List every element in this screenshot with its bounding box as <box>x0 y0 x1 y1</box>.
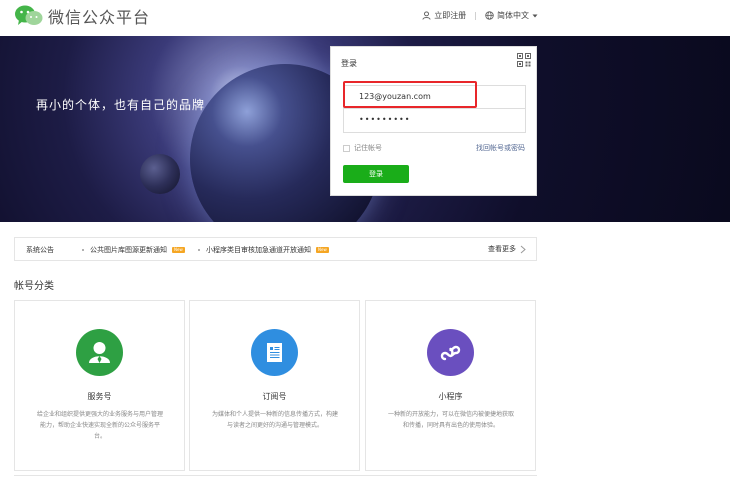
remember-label: 记住帐号 <box>354 144 382 152</box>
card-description: 为媒体和个人提供一种新的信息传播方式，构建与读者之间更好的沟通与管理模式。 <box>212 411 339 429</box>
divider <box>14 475 537 476</box>
bullet-dot <box>198 249 200 251</box>
person-icon <box>76 329 123 376</box>
card-name: 小程序 <box>438 392 463 401</box>
notice-item-text: 小程序类目审核加急通道开放通知 <box>206 246 311 254</box>
header: 微信公众平台 立即注册 | 简体中文 <box>0 0 730 36</box>
caret-down-icon <box>532 14 538 17</box>
account-input[interactable]: 123@youzan.com <box>343 85 526 109</box>
user-icon <box>422 11 431 20</box>
notice-title: 系统公告 <box>26 246 54 254</box>
checkbox-box[interactable] <box>343 144 350 152</box>
chevron-right-icon <box>520 245 526 253</box>
forgot-password-link[interactable]: 找回帐号或密码 <box>476 143 525 153</box>
wechat-logo-icon <box>14 4 44 28</box>
new-badge: New <box>316 247 329 253</box>
password-input[interactable]: ••••••••• <box>343 109 526 133</box>
notice-item[interactable]: 公共图片库图源更新通知 New <box>82 245 185 255</box>
qrcode-icon[interactable] <box>517 52 531 67</box>
banner-slogan: 再小的个体，也有自己的品牌 <box>36 98 206 112</box>
language-selector[interactable]: 简体中文 <box>485 10 538 21</box>
header-divider: | <box>474 11 477 20</box>
card-name: 服务号 <box>87 392 112 401</box>
notice-item[interactable]: 小程序类目审核加急通道开放通知 New <box>198 245 329 255</box>
document-icon <box>251 329 298 376</box>
login-title: 登录 <box>341 59 357 68</box>
notice-bar: 系统公告 公共图片库图源更新通知 New 小程序类目审核加急通道开放通知 New… <box>14 237 537 261</box>
section-title: 帐号分类 <box>14 281 54 292</box>
card-name: 订阅号 <box>262 392 287 401</box>
subscription-account-card[interactable]: 订阅号 为媒体和个人提供一种新的信息传播方式，构建与读者之间更好的沟通与管理模式… <box>189 300 360 471</box>
mini-program-icon <box>427 329 474 376</box>
mini-program-card[interactable]: 小程序 一种新的开放能力，可以在微信内被便捷地获取和传播，同时具有出色的使用体验… <box>365 300 536 471</box>
service-account-card[interactable]: 服务号 给企业和组织提供更强大的业务服务与用户管理能力，帮助企业快速实现全新的公… <box>14 300 185 471</box>
logo[interactable]: 微信公众平台 <box>14 4 150 28</box>
login-button[interactable]: 登录 <box>343 165 409 183</box>
moon-image <box>140 154 180 194</box>
language-label: 简体中文 <box>497 11 529 20</box>
globe-icon <box>485 11 494 20</box>
notice-item-text: 公共图片库图源更新通知 <box>90 246 167 254</box>
register-link[interactable]: 立即注册 <box>422 10 466 21</box>
register-label: 立即注册 <box>434 11 467 20</box>
card-description: 一种新的开放能力，可以在微信内被便捷地获取和传播，同时具有出色的使用体验。 <box>388 411 515 429</box>
see-more-label: 查看更多 <box>488 245 516 253</box>
remember-checkbox[interactable]: 记住帐号 <box>343 143 382 153</box>
card-description: 给企业和组织提供更强大的业务服务与用户管理能力，帮助企业快速实现全新的公众号服务… <box>37 411 164 440</box>
see-more-link[interactable]: 查看更多 <box>488 244 526 254</box>
login-panel: 登录 123@youzan.com ••••••••• 记住帐号 找回帐号或密码… <box>330 46 537 196</box>
header-nav: 立即注册 | 简体中文 <box>422 10 538 21</box>
bullet-dot <box>82 249 84 251</box>
logo-text: 微信公众平台 <box>48 8 151 27</box>
new-badge: New <box>172 247 185 253</box>
